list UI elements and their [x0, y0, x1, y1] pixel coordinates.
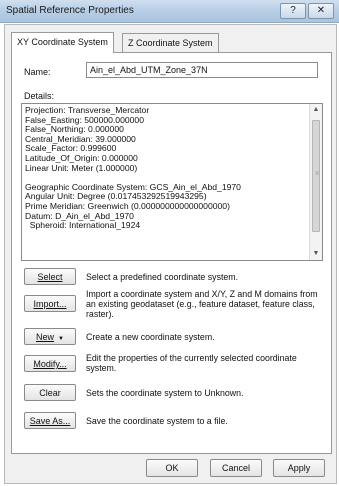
apply-button[interactable]: Apply — [273, 459, 325, 477]
tab-z-coordinate-system[interactable]: Z Coordinate System — [122, 33, 219, 52]
modify-description: Edit the properties of the currently sel… — [86, 353, 297, 373]
close-button[interactable]: ✕ — [308, 3, 334, 19]
dialog-body: XY Coordinate System Z Coordinate System… — [4, 24, 337, 484]
save-as-button[interactable]: Save As... — [24, 412, 76, 429]
details-scrollbar[interactable]: ▲ ≡ ▼ — [309, 104, 322, 260]
details-label: Details: — [24, 91, 55, 101]
help-button[interactable]: ? — [280, 3, 306, 19]
modify-button[interactable]: Modify... — [24, 355, 76, 372]
select-button[interactable]: Select — [24, 268, 76, 285]
scroll-up-icon[interactable]: ▲ — [310, 104, 322, 116]
chevron-down-icon: ▼ — [58, 336, 64, 342]
details-text: Projection: Transverse_Mercator False_Ea… — [25, 105, 241, 231]
cancel-button[interactable]: Cancel — [210, 459, 262, 477]
name-label: Name: — [24, 67, 51, 77]
scroll-down-icon[interactable]: ▼ — [310, 248, 322, 260]
window-title: Spatial Reference Properties — [6, 5, 134, 16]
details-textbox[interactable]: Projection: Transverse_Mercator False_Ea… — [21, 103, 323, 261]
new-button-label: New — [36, 332, 55, 342]
tab-xy-coordinate-system[interactable]: XY Coordinate System — [11, 32, 114, 53]
import-button[interactable]: Import... — [24, 295, 76, 312]
select-description: Select a predefined coordinate system. — [86, 272, 239, 282]
close-icon: ✕ — [316, 5, 326, 16]
import-button-label: Import... — [33, 299, 67, 309]
scroll-thumb[interactable]: ≡ — [312, 120, 320, 232]
import-description: Import a coordinate system and X/Y, Z an… — [86, 289, 318, 319]
ok-button[interactable]: OK — [146, 459, 198, 477]
new-button[interactable]: New ▼ — [24, 328, 76, 345]
new-description: Create a new coordinate system. — [86, 332, 215, 342]
save-as-description: Save the coordinate system to a file. — [86, 416, 228, 426]
name-input[interactable] — [86, 62, 318, 78]
clear-description: Sets the coordinate system to Unknown. — [86, 388, 244, 398]
grip-icon: ≡ — [315, 171, 319, 177]
clear-button-label: Clear — [39, 388, 61, 398]
title-bar: Spatial Reference Properties ? ✕ — [0, 0, 339, 23]
clear-button[interactable]: Clear — [24, 384, 76, 401]
tab-panel: Name: Details: Projection: Transverse_Me… — [11, 52, 332, 454]
modify-button-label: Modify... — [33, 359, 67, 369]
help-icon: ? — [290, 5, 296, 16]
select-button-label: Select — [37, 272, 63, 282]
save-as-button-label: Save As... — [29, 416, 71, 426]
